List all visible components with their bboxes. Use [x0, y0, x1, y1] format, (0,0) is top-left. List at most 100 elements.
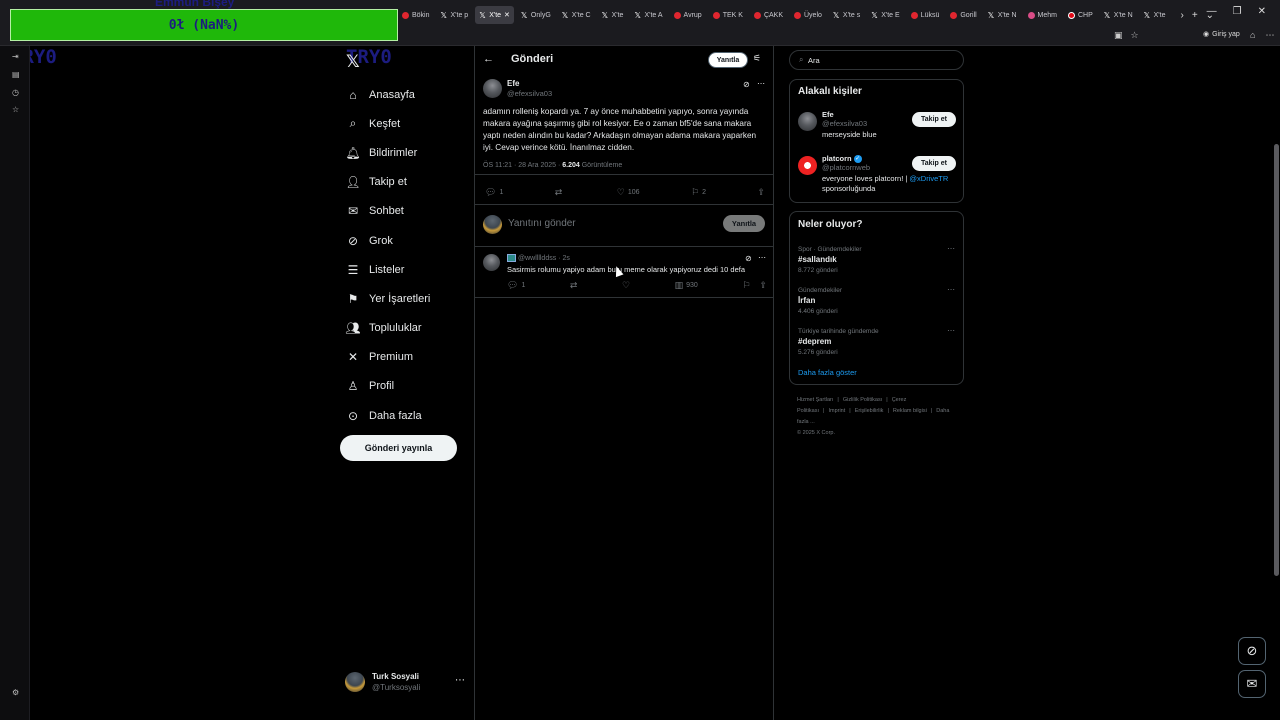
tweet-author-name[interactable]: Efe: [507, 79, 519, 88]
share-action[interactable]: ⇪: [757, 187, 765, 198]
new-tab-icon[interactable]: +: [1192, 10, 1198, 21]
reply-input[interactable]: Yanıtını gönder: [508, 218, 576, 229]
like-action[interactable]: ♡: [622, 280, 630, 291]
nav-item-explore[interactable]: ⌕ Keşfet: [344, 109, 430, 138]
more-icon[interactable]: ⋯: [455, 675, 465, 686]
more-icon[interactable]: ⋯: [947, 285, 955, 294]
bio-mention-link[interactable]: @xDriveTR: [909, 174, 948, 183]
views-action[interactable]: ▥ 930: [675, 280, 698, 291]
browser-tab[interactable]: Gorill: [946, 6, 980, 24]
browser-tab[interactable]: Üyelo: [790, 6, 826, 24]
browser-tab[interactable]: 𝕏 X'te E: [867, 6, 903, 24]
browser-tab[interactable]: 𝕏 X'te: [1140, 6, 1170, 24]
follow-button[interactable]: Takip et: [912, 156, 956, 171]
more-icon[interactable]: ⋯: [947, 244, 955, 253]
post-button[interactable]: Gönderi yayınla: [340, 435, 457, 461]
nav-item-bookmarks[interactable]: ⚑ Yer İşaretleri: [344, 284, 431, 313]
footer-link[interactable]: Hizmet Şartları: [797, 397, 833, 403]
browser-tab[interactable]: 𝕏 X'te s: [829, 6, 864, 24]
grok-icon[interactable]: ⊘: [745, 254, 752, 263]
account-switcher[interactable]: Turk Sosyali @Turksosyali ⋯: [345, 670, 465, 694]
browser-tab[interactable]: 𝕏 X'te N: [1100, 6, 1137, 24]
browser-tab[interactable]: Mehm: [1024, 6, 1061, 24]
menu-icon[interactable]: ⋯: [1265, 30, 1274, 41]
browser-tab[interactable]: Avrup: [670, 6, 706, 24]
sidebar-favorites-icon[interactable]: ☆: [12, 105, 19, 114]
page-scrollbar[interactable]: [1274, 144, 1279, 576]
nav-item-more[interactable]: ⊙ Daha fazla: [344, 401, 430, 430]
reply-action[interactable]: 💬︎ 1: [507, 280, 525, 291]
bookmark-action[interactable]: ⚐ ⇪: [742, 280, 767, 291]
nav-item-lists[interactable]: ☰ Listeler: [344, 255, 430, 284]
footer-link[interactable]: Imprint: [828, 408, 845, 414]
avatar[interactable]: [483, 254, 500, 271]
avatar[interactable]: [798, 112, 817, 131]
trend-item[interactable]: Spor · Gündemdekiler #sallandık 8.772 gönd…: [798, 244, 958, 274]
sign-in-button[interactable]: ◉ Giriş yap: [1203, 30, 1240, 39]
repost-action[interactable]: ⇄: [555, 187, 566, 198]
browser-tab[interactable]: TEK K: [709, 6, 747, 24]
nav-item-grok[interactable]: ⊘ Grok: [344, 226, 430, 255]
more-icon[interactable]: ⋯: [758, 253, 766, 262]
close-window-icon[interactable]: ✕: [1258, 6, 1266, 17]
back-arrow-icon[interactable]: ←: [483, 53, 494, 65]
favorite-star-icon[interactable]: ☆: [1131, 30, 1139, 41]
sliders-icon[interactable]: ⚟: [753, 53, 761, 64]
nav-item-chat[interactable]: ✉ Sohbet: [344, 197, 430, 226]
messages-float-button[interactable]: ✉: [1238, 670, 1266, 698]
x-logo-icon[interactable]: 𝕏: [346, 52, 360, 72]
share-icon[interactable]: ⇪: [759, 280, 767, 291]
like-action[interactable]: ♡ 106: [617, 187, 640, 198]
trend-item[interactable]: Gündemdekiler İrfan 4.406 gönderi ⋯: [798, 285, 958, 315]
tab-scroll-icon[interactable]: ›: [1180, 10, 1183, 21]
browser-tab[interactable]: 𝕏 X'te: [598, 6, 628, 24]
close-tab-icon[interactable]: ✕: [504, 11, 510, 19]
browser-tab[interactable]: 𝕏 X'te p: [437, 6, 473, 24]
browser-tab[interactable]: ÇAKK: [750, 6, 787, 24]
browser-tab[interactable]: CHP: [1064, 6, 1097, 24]
browser-tab[interactable]: Bökin: [398, 6, 434, 24]
search-input[interactable]: ⌕ Ara: [789, 50, 964, 70]
nav-item-home[interactable]: ⌂ Anasayfa: [344, 80, 430, 109]
browser-tab[interactable]: 𝕏 X'te A: [630, 6, 666, 24]
follow-button[interactable]: Takip et: [912, 112, 956, 127]
bookmark-action[interactable]: ⚐ 2: [691, 187, 706, 198]
sidebar-expand-icon[interactable]: ⇥: [12, 52, 19, 61]
more-icon[interactable]: ⋯: [757, 79, 765, 88]
grok-icon[interactable]: ⊘: [743, 80, 750, 89]
restore-icon[interactable]: ❐: [1233, 6, 1242, 17]
reader-icon[interactable]: ▣: [1114, 30, 1123, 41]
browser-tab[interactable]: 𝕏 OnlyG: [517, 6, 555, 24]
grok-float-button[interactable]: ⊘: [1238, 637, 1266, 665]
browser-tab[interactable]: 𝕏 X'te N: [984, 6, 1021, 24]
sidebar-settings-icon[interactable]: ⚙: [12, 688, 19, 697]
sidebar-history-icon[interactable]: ◷: [12, 88, 19, 97]
header-reply-button[interactable]: Yanıtla: [708, 52, 748, 68]
browser-tab[interactable]: 𝕏 X'te C: [558, 6, 595, 24]
browser-tab[interactable]: 𝕏 X'te ✕: [475, 6, 514, 24]
browser-tab[interactable]: Lüksü: [907, 6, 944, 24]
nav-item-profile[interactable]: ♙ Profil: [344, 372, 430, 401]
footer-link[interactable]: © 2025 X Corp.: [797, 430, 835, 436]
person-row[interactable]: Efe @efexsilva03 merseyside blue Takip e…: [798, 110, 958, 144]
minimize-icon[interactable]: —: [1207, 6, 1217, 17]
nav-item-notifications[interactable]: 🔔︎ Bildirimler: [344, 138, 430, 167]
sidebar-collections-icon[interactable]: ▤: [12, 70, 20, 79]
more-icon[interactable]: ⋯: [947, 326, 955, 335]
person-row[interactable]: platcorn ✓ @platcornweb everyone loves pl…: [798, 154, 958, 198]
avatar[interactable]: [483, 79, 502, 98]
reply-author-handle[interactable]: @wwllllddss: [518, 255, 556, 262]
nav-item-follow[interactable]: 👤︎ Takip et: [344, 168, 430, 197]
reply-submit-button[interactable]: Yanıtla: [723, 215, 765, 232]
nav-item-premium[interactable]: ✕ Premium: [344, 343, 430, 372]
show-more-link[interactable]: Daha fazla göster: [798, 368, 857, 377]
footer-link[interactable]: Erişilebilirlik: [855, 408, 884, 414]
footer-link[interactable]: Reklam bilgisi: [893, 408, 927, 414]
nav-item-communities[interactable]: 👥︎ Topluluklar: [344, 314, 430, 343]
tweet-author-handle[interactable]: @efexsilva03: [507, 89, 552, 98]
avatar[interactable]: [798, 156, 817, 175]
repost-action[interactable]: ⇄: [570, 280, 578, 291]
reply-action[interactable]: 💬︎ 1: [485, 187, 503, 198]
trend-item[interactable]: Türkiye tarihinde gündemde #deprem 5.276 g…: [798, 326, 958, 356]
extensions-icon[interactable]: ⌂: [1250, 30, 1255, 41]
